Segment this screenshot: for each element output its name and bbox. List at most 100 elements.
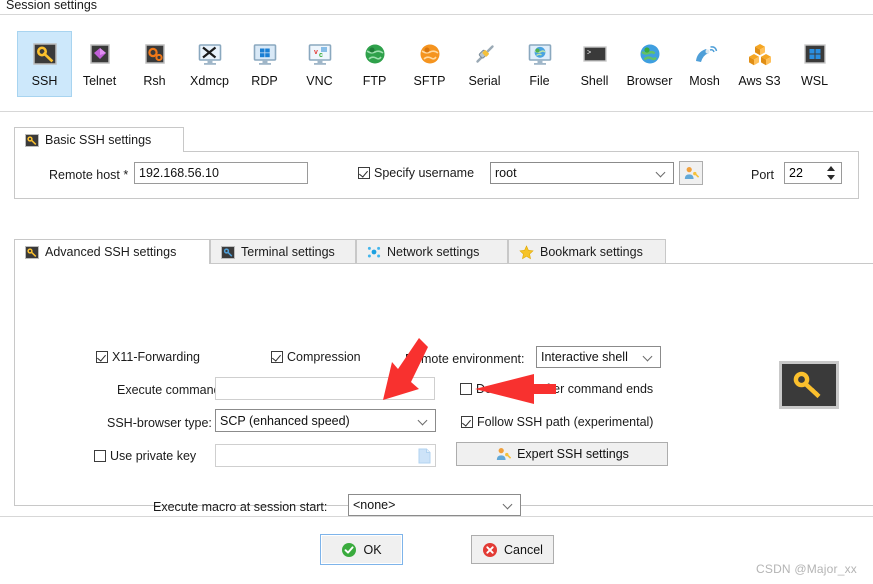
compression-checkbox[interactable]: Compression bbox=[271, 350, 361, 364]
svg-text:c: c bbox=[319, 52, 323, 59]
do-not-exit-checkbox[interactable]: Do not exit after command ends bbox=[460, 382, 653, 396]
basic-settings-panel: Remote host * 192.168.56.10 Specify user… bbox=[14, 151, 859, 199]
ssh-browser-type-combo[interactable]: SCP (enhanced speed) bbox=[215, 409, 436, 432]
session-type-rdp[interactable]: RDP bbox=[237, 31, 292, 97]
cancel-button[interactable]: Cancel bbox=[471, 535, 554, 564]
window-title: Session settings bbox=[6, 0, 98, 12]
star-icon bbox=[519, 244, 534, 260]
svg-text:v: v bbox=[314, 49, 318, 56]
plug-icon bbox=[471, 40, 499, 68]
expert-ssh-settings-button[interactable]: Expert SSH settings bbox=[456, 442, 668, 466]
ok-label: OK bbox=[363, 542, 382, 557]
session-type-aws-s3[interactable]: Aws S3 bbox=[732, 31, 787, 97]
session-type-wsl[interactable]: WSL bbox=[787, 31, 842, 97]
session-type-ftp[interactable]: FTP bbox=[347, 31, 402, 97]
execute-macro-combo[interactable]: <none> bbox=[348, 494, 521, 516]
key-icon bbox=[789, 368, 829, 402]
green-check-icon bbox=[341, 542, 357, 558]
tab-basic-ssh-settings[interactable]: Basic SSH settings bbox=[14, 127, 184, 152]
spinner-arrows-icon[interactable] bbox=[827, 165, 836, 181]
session-type-rsh[interactable]: Rsh bbox=[127, 31, 182, 97]
key-icon bbox=[25, 245, 39, 259]
session-type-xdmcp[interactable]: Xdmcp bbox=[182, 31, 237, 97]
session-type-label: WSL bbox=[800, 74, 829, 88]
windows-monitor-icon bbox=[251, 40, 279, 68]
tab-label: Advanced SSH settings bbox=[45, 245, 177, 259]
tab-network-settings[interactable]: Network settings bbox=[356, 239, 508, 264]
terminal-icon: > bbox=[581, 40, 609, 68]
checkbox-box bbox=[271, 351, 283, 363]
username-combo[interactable]: root bbox=[490, 162, 674, 184]
file-icon[interactable] bbox=[418, 448, 431, 464]
ssh-key-decoration bbox=[779, 361, 839, 409]
green-globe-icon bbox=[361, 40, 389, 68]
session-type-label: Serial bbox=[468, 74, 501, 88]
checkbox-box bbox=[460, 383, 472, 395]
terminal-blue-icon bbox=[221, 245, 235, 259]
session-type-serial[interactable]: Serial bbox=[457, 31, 512, 97]
remote-host-input[interactable]: 192.168.56.10 bbox=[134, 162, 308, 184]
x-monitor-icon bbox=[196, 40, 224, 68]
select-user-button[interactable] bbox=[679, 161, 703, 185]
follow-ssh-path-checkbox[interactable]: Follow SSH path (experimental) bbox=[461, 415, 653, 429]
session-type-sftp[interactable]: SFTP bbox=[402, 31, 457, 97]
remote-host-value: 192.168.56.10 bbox=[139, 166, 219, 180]
session-type-label: Rsh bbox=[143, 74, 166, 88]
session-type-label: Shell bbox=[580, 74, 609, 88]
session-type-mosh[interactable]: Mosh bbox=[677, 31, 732, 97]
execute-macro-value: <none> bbox=[353, 498, 396, 512]
session-type-toolbar: SSH Telnet Rsh Xdmcp RDP v c VNC FTP SFT… bbox=[0, 14, 873, 112]
satellite-icon bbox=[691, 40, 719, 68]
x11-forwarding-label: X11-Forwarding bbox=[112, 350, 201, 364]
session-type-telnet[interactable]: Telnet bbox=[72, 31, 127, 97]
private-key-path-input[interactable] bbox=[215, 444, 436, 467]
session-type-shell[interactable]: > Shell bbox=[567, 31, 622, 97]
basic-ssh-settings-group: Basic SSH settings Remote host * 192.168… bbox=[14, 126, 859, 200]
specify-username-label: Specify username bbox=[374, 166, 475, 180]
checkbox-box bbox=[358, 167, 370, 179]
session-type-label: SSH bbox=[31, 74, 58, 88]
execute-command-input[interactable] bbox=[215, 377, 435, 400]
checkbox-box bbox=[96, 351, 108, 363]
network-dots-icon bbox=[367, 245, 381, 259]
tab-terminal-settings[interactable]: Terminal settings bbox=[210, 239, 356, 264]
tab-bookmark-settings[interactable]: Bookmark settings bbox=[508, 239, 666, 264]
ssh-browser-type-label: SSH-browser type: bbox=[107, 416, 212, 430]
session-type-label: VNC bbox=[306, 74, 333, 88]
svg-text:>: > bbox=[587, 50, 591, 58]
gears-icon bbox=[141, 40, 169, 68]
port-stepper[interactable]: 22 bbox=[784, 162, 842, 184]
session-type-ssh[interactable]: SSH bbox=[17, 31, 72, 97]
watermark: CSDN @Major_xx bbox=[756, 562, 857, 576]
port-label: Port bbox=[751, 168, 774, 182]
session-type-label: File bbox=[529, 74, 550, 88]
session-type-label: Mosh bbox=[689, 74, 720, 88]
x11-forwarding-checkbox[interactable]: X11-Forwarding bbox=[96, 350, 200, 364]
session-type-file[interactable]: File bbox=[512, 31, 567, 97]
checkbox-box bbox=[94, 450, 106, 462]
use-private-key-label: Use private key bbox=[110, 449, 197, 463]
windows-icon bbox=[801, 40, 829, 68]
tab-label: Bookmark settings bbox=[540, 245, 643, 259]
remote-environment-label: Remote environment: bbox=[405, 352, 525, 366]
tab-advanced-ssh-settings[interactable]: Advanced SSH settings bbox=[14, 239, 210, 264]
session-type-vnc[interactable]: v c VNC bbox=[292, 31, 347, 97]
session-type-label: SFTP bbox=[413, 74, 446, 88]
session-type-label: FTP bbox=[362, 74, 387, 88]
session-type-label: Xdmcp bbox=[190, 74, 229, 88]
ssh-browser-type-value: SCP (enhanced speed) bbox=[220, 413, 350, 428]
specify-username-checkbox[interactable]: Specify username bbox=[358, 166, 474, 180]
session-type-browser[interactable]: Browser bbox=[622, 31, 677, 97]
tab-label: Basic SSH settings bbox=[45, 133, 152, 147]
red-x-icon bbox=[482, 542, 498, 558]
compression-label: Compression bbox=[287, 350, 361, 364]
checkbox-box bbox=[461, 416, 473, 428]
remote-environment-combo[interactable]: Interactive shell bbox=[536, 346, 661, 368]
session-type-label: Aws S3 bbox=[738, 74, 781, 88]
vnc-monitor-icon: v c bbox=[306, 40, 334, 68]
use-private-key-checkbox[interactable]: Use private key bbox=[94, 449, 196, 463]
ok-button[interactable]: OK bbox=[320, 534, 403, 565]
expert-ssh-settings-label: Expert SSH settings bbox=[517, 447, 629, 461]
execute-command-label: Execute command: bbox=[117, 383, 224, 397]
footer-separator bbox=[0, 516, 873, 517]
